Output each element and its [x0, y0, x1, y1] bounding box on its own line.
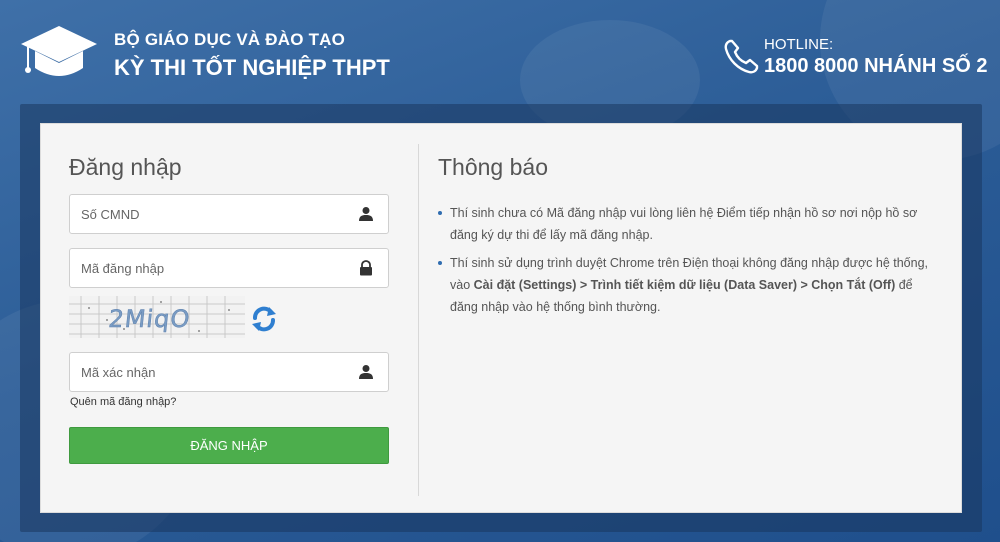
divider: [418, 144, 419, 496]
notice-text: Thí sinh chưa có Mã đăng nhập vui lòng l…: [450, 206, 918, 242]
captcha-input[interactable]: [70, 353, 350, 391]
login-title: Đăng nhập: [69, 154, 182, 180]
bullet-icon: [438, 211, 442, 215]
captcha-image: 2MiqO: [69, 296, 245, 338]
user-icon: [359, 365, 373, 379]
login-code-field: [69, 248, 389, 288]
exam-name: KỲ THI TỐT NGHIỆP THPT: [114, 55, 390, 80]
phone-icon: [724, 39, 759, 74]
site-header: BỘ GIÁO DỤC VÀ ĐÀO TẠO KỲ THI TỐT NGHIỆP…: [0, 0, 1000, 104]
captcha-field: [69, 352, 389, 392]
forgot-code-link[interactable]: Quên mã đăng nhập?: [70, 396, 176, 408]
main-panel: Đăng nhập 2MiqO: [40, 123, 962, 513]
notice-settings-path: Cài đặt (Settings) > Trình tiết kiệm dữ …: [473, 278, 896, 292]
captcha-text: 2MiqO: [107, 305, 192, 333]
hotline-label: HOTLINE:: [764, 36, 834, 53]
login-code-input[interactable]: [70, 249, 350, 287]
notice-item: Thí sinh sử dụng trình duyệt Chrome trên…: [438, 252, 938, 318]
login-button[interactable]: ĐĂNG NHẬP: [69, 427, 389, 464]
id-number-input[interactable]: [70, 195, 350, 233]
lock-icon: [360, 260, 372, 276]
user-icon: [359, 207, 373, 221]
bullet-icon: [438, 261, 442, 265]
ministry-name: BỘ GIÁO DỤC VÀ ĐÀO TẠO: [114, 30, 346, 49]
id-number-field: [69, 194, 389, 234]
hotline-number: 1800 8000 NHÁNH SỐ 2: [764, 55, 988, 77]
notice-list: Thí sinh chưa có Mã đăng nhập vui lòng l…: [438, 202, 938, 324]
notice-title: Thông báo: [438, 154, 548, 180]
graduation-cap-icon: [21, 26, 97, 76]
notice-item: Thí sinh chưa có Mã đăng nhập vui lòng l…: [438, 202, 938, 246]
refresh-icon[interactable]: [249, 304, 279, 334]
